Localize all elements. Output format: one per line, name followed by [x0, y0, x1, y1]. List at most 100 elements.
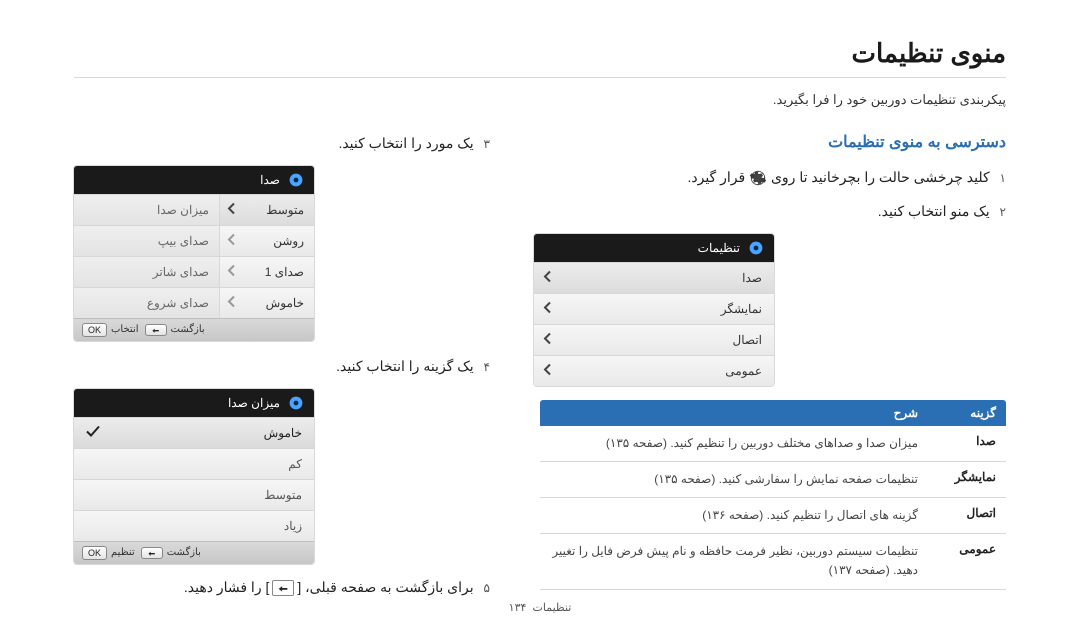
button-bar: OK تنظیم بازگشت [74, 541, 314, 564]
ok-key-icon: OK [82, 546, 107, 560]
step-num: ۴ [484, 360, 490, 374]
td-val: میزان صدا و صداهای مختلف دوربین را تنظیم… [540, 426, 928, 461]
page-footer: تنظیمات ۱۳۴ [0, 601, 1080, 614]
ok-label: انتخاب [111, 324, 139, 335]
menu-header: صدا [74, 166, 314, 194]
th-option: گزینه [928, 400, 1006, 426]
list-item[interactable]: متوسط [74, 479, 314, 510]
list-item[interactable]: کم [74, 448, 314, 479]
td-key: عمومی [928, 534, 1006, 588]
list-item[interactable]: متوسط میزان صدا [74, 194, 314, 225]
value-label: روشن [273, 234, 304, 248]
item-label: صدای شاتر [74, 257, 219, 287]
td-key: صدا [928, 426, 1006, 461]
chevron-left-icon [226, 202, 238, 217]
table-row: صدا میزان صدا و صداهای مختلف دوربین را ت… [540, 426, 1006, 462]
value-label: متوسط [266, 203, 304, 217]
list-item[interactable]: صدا [534, 262, 774, 293]
list-item[interactable]: عمومی [534, 355, 774, 386]
list-item[interactable]: صدای 1 صدای شاتر [74, 256, 314, 287]
settings-menu-panel: تنظیمات صدا نمایشگر اتصال عمومی [534, 234, 774, 386]
chevron-left-icon [226, 295, 238, 310]
jog-icon [288, 395, 304, 411]
column-right: دسترسی به منوی تنظیمات ۱ کلید چرخشی حالت… [534, 132, 1006, 590]
item-label: صدای بیپ [74, 226, 219, 256]
step-5: ۵ برای بازگشت به صفحه قبلی، [] را فشار د… [74, 576, 490, 600]
ok-label: تنظیم [111, 547, 135, 558]
step-text: یک منو انتخاب کنید. [878, 203, 990, 219]
check-icon [86, 425, 100, 440]
table-row: اتصال گزینه های اتصال را تنظیم کنید. (صف… [540, 498, 1006, 534]
table-header: گزینه شرح [540, 400, 1006, 426]
list-item[interactable]: روشن صدای بیپ [74, 225, 314, 256]
chevron-left-icon [542, 363, 554, 378]
sound-menu-panel: صدا متوسط میزان صدا روشن صدای بیپ صدای 1… [74, 166, 314, 341]
chevron-left-icon [226, 264, 238, 279]
item-label: صدای شروع [74, 288, 219, 318]
volume-menu-panel: میزان صدا خاموش کم متوسط زیاد OK تنظیم با… [74, 389, 314, 564]
td-val: گزینه های اتصال را تنظیم کنید. (صفحه ۱۳۶… [540, 498, 928, 533]
chevron-left-icon [226, 233, 238, 248]
jog-icon [748, 240, 764, 256]
td-key: اتصال [928, 498, 1006, 533]
table-row: نمایشگر تنظیمات صفحه نمایش را سفارشی کنی… [540, 462, 1006, 498]
return-key-icon [145, 324, 167, 336]
footer-section: تنظیمات [533, 602, 572, 614]
step-1: ۱ کلید چرخشی حالت را بچرخانید تا روی قرا… [534, 166, 1006, 190]
item-label: متوسط [264, 488, 302, 502]
page-title: منوی تنظیمات [74, 38, 1006, 69]
footer-page: ۱۳۴ [509, 602, 527, 614]
step-text: یک گزینه را انتخاب کنید. [336, 358, 474, 374]
step-num: ۵ [484, 581, 490, 595]
column-left: ۳ یک مورد را انتخاب کنید. صدا متوسط میزا… [74, 132, 490, 609]
table-row: عمومی تنظیمات سیستم دوربین، نظیر فرمت حا… [540, 534, 1006, 589]
list-label: صدا [742, 271, 762, 285]
list-label: عمومی [725, 364, 762, 378]
back-hint: بازگشت [141, 546, 201, 560]
th-desc: شرح [540, 400, 928, 426]
return-key-icon [141, 547, 163, 559]
ok-hint: OK انتخاب [82, 323, 139, 337]
chevron-left-icon [542, 270, 554, 285]
menu-title: صدا [260, 173, 280, 187]
td-key: نمایشگر [928, 462, 1006, 497]
value-label: خاموش [266, 296, 304, 310]
back-hint: بازگشت [145, 323, 205, 337]
value-label: صدای 1 [265, 265, 304, 279]
chevron-left-icon [542, 332, 554, 347]
list-item[interactable]: خاموش [74, 417, 314, 448]
ok-hint: OK تنظیم [82, 546, 135, 560]
item-label: خاموش [264, 426, 302, 440]
menu-header: تنظیمات [534, 234, 774, 262]
gear-icon [749, 169, 767, 187]
jog-icon [288, 172, 304, 188]
step-3: ۳ یک مورد را انتخاب کنید. [74, 132, 490, 156]
list-label: اتصال [733, 333, 762, 347]
back-label: بازگشت [171, 324, 205, 335]
step-text: کلید چرخشی حالت را بچرخانید تا روی [767, 169, 990, 185]
td-val: تنظیمات سیستم دوربین، نظیر فرمت حافظه و … [540, 534, 928, 588]
divider [74, 77, 1006, 78]
item-label: میزان صدا [74, 195, 219, 225]
td-val: تنظیمات صفحه نمایش را سفارشی کنید. (صفحه… [540, 462, 928, 497]
options-table: گزینه شرح صدا میزان صدا و صداهای مختلف د… [540, 400, 1006, 590]
list-item[interactable]: زیاد [74, 510, 314, 541]
list-item[interactable]: اتصال [534, 324, 774, 355]
chevron-left-icon [542, 301, 554, 316]
ok-key-icon: OK [82, 323, 107, 337]
list-item[interactable]: نمایشگر [534, 293, 774, 324]
button-bar: OK انتخاب بازگشت [74, 318, 314, 341]
item-label: کم [288, 457, 302, 471]
step-text: قرار گیرد. [687, 169, 745, 185]
back-label: بازگشت [167, 547, 201, 558]
step-text: ] را فشار دهید. [184, 579, 270, 595]
page-subtitle: پیکربندی تنظیمات دوربین خود را فرا بگیری… [74, 92, 1006, 108]
item-label: زیاد [284, 519, 302, 533]
step-num: ۳ [484, 137, 490, 151]
list-item[interactable]: خاموش صدای شروع [74, 287, 314, 318]
menu-header: میزان صدا [74, 389, 314, 417]
step-num: ۲ [1000, 205, 1006, 219]
step-text: یک مورد را انتخاب کنید. [338, 135, 473, 151]
menu-title: میزان صدا [228, 396, 280, 410]
step-4: ۴ یک گزینه را انتخاب کنید. [74, 355, 490, 379]
